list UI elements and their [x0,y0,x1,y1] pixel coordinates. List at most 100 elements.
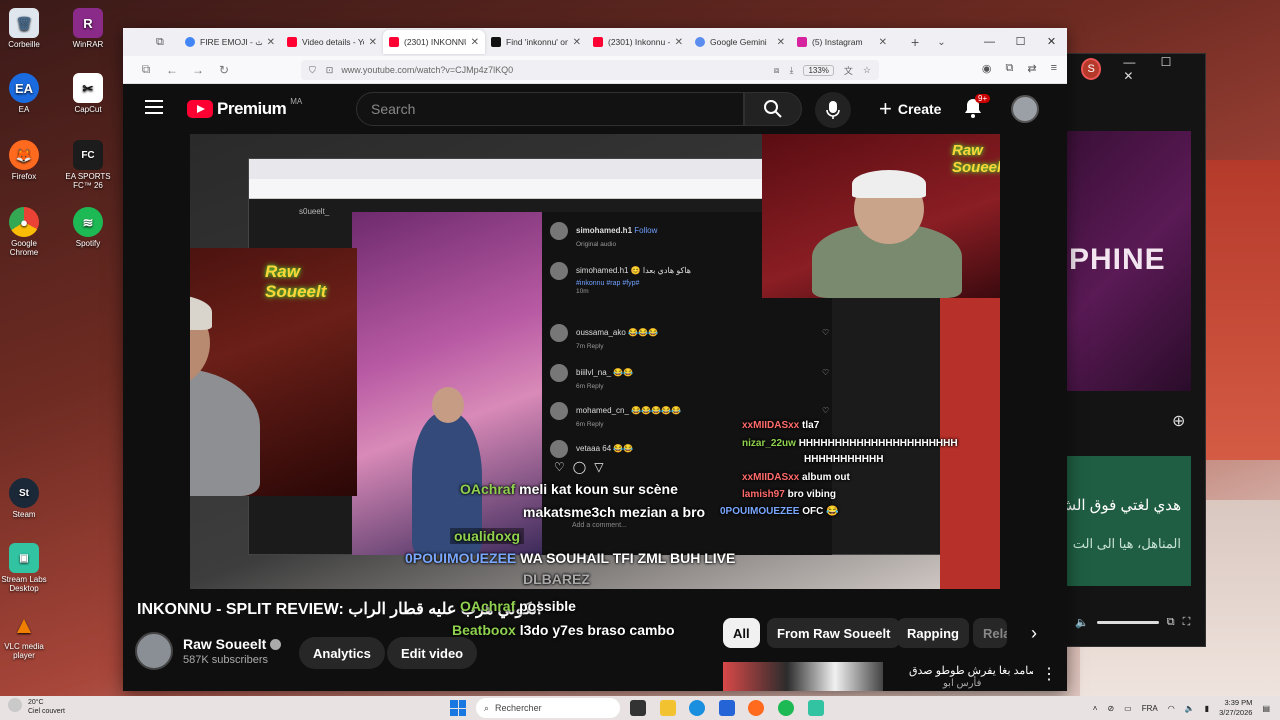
more-options-icon[interactable]: ⋮ [1041,664,1057,684]
file-explorer-icon[interactable] [660,700,676,716]
bg-window-avatar[interactable]: S [1081,58,1102,80]
search-button[interactable] [744,92,802,126]
back-icon[interactable]: ← [159,63,185,77]
tab-inkonnu-2[interactable]: (2301) Inkonnu - ! ✕ [587,30,689,54]
url-bar[interactable]: ⛉ ⊡ www.youtube.com/watch?v=CJMp4z7lKQ0 … [301,60,879,80]
notification-center-icon[interactable]: ▤ [1262,704,1270,713]
tab-inkonnu-active[interactable]: (2301) INKONNU ✕ [383,30,485,54]
chip-related[interactable]: Rela [973,618,1007,648]
edge-icon[interactable] [689,700,705,716]
menu-icon[interactable]: ≡ [1051,62,1057,75]
video-player[interactable]: s0ueelt_ simohamed.h1 Follow Original au… [190,134,1000,589]
desktop-icon-firefox[interactable]: 🦊 Firefox [0,140,52,181]
tab-list-icon[interactable]: ⧉ [156,36,164,49]
sidebar-toggle-icon[interactable]: ⧉ [133,62,159,77]
tab-fire-emoji[interactable]: FIRE EMOJI - بحث ✕ [179,30,281,54]
url-text[interactable]: www.youtube.com/watch?v=CJMp4z7lKQ0 [341,65,513,75]
translate-extension-icon[interactable]: ⇄ [1027,62,1036,75]
add-icon[interactable]: ⊕ [1172,411,1185,431]
clock[interactable]: 3:39 PM 3/27/2026 [1219,698,1252,718]
account-avatar[interactable] [1011,95,1039,123]
lock-icon[interactable]: ⊡ [326,65,334,76]
create-button[interactable]: + Create [869,94,951,124]
desktop-icon-vlc[interactable]: ▲ VLC media player [0,610,52,660]
close-tab-icon[interactable]: ✕ [879,37,887,48]
close-tab-icon[interactable]: ✕ [471,37,479,48]
extensions-icon[interactable]: ⧉ [1006,62,1014,75]
miniplayer-icon[interactable]: ⧉ [1167,616,1175,629]
desktop-icon-ea[interactable]: EA EA [0,73,52,114]
minimize-icon[interactable]: — [974,28,1005,56]
bookmark-star-icon[interactable]: ☆ [863,65,871,76]
chip-rapping[interactable]: Rapping [897,618,969,648]
translate-icon[interactable]: 文 [844,64,853,77]
analytics-button[interactable]: Analytics [299,637,385,669]
forward-icon[interactable]: → [185,63,211,77]
battery-icon[interactable]: ▮ [1205,704,1209,713]
desktop-icon-recycle-bin[interactable]: 🗑 Corbeille [0,8,52,49]
maximize-icon[interactable]: ☐ [1161,55,1172,69]
store-icon[interactable] [719,700,735,716]
screenshot-icon[interactable]: ⧈ [774,65,780,76]
display-icon[interactable]: ▭ [1124,704,1132,713]
lang-indicator[interactable]: FRA [1142,704,1158,713]
chevron-right-icon[interactable]: › [1019,618,1049,648]
fullscreen-icon[interactable]: ⛶ [1183,616,1191,629]
hamburger-menu-icon[interactable] [145,100,163,118]
desktop-icon-chrome[interactable]: ● Google Chrome [0,207,52,257]
desktop-icon-streamlabs[interactable]: ▣ Stream Labs Desktop [0,543,52,593]
desktop-icon-steam[interactable]: St Steam [0,478,52,519]
ig-comment: oussama_ako 😂😂😂 7m Reply [550,324,658,350]
streamlabs-icon[interactable] [808,700,824,716]
zoom-level[interactable]: 133% [803,64,834,76]
tab-video-details[interactable]: Video details - Yo ✕ [281,30,383,54]
channel-avatar[interactable] [135,632,173,670]
desktop-icon-capcut[interactable]: ✂ CapCut [60,73,116,114]
chip-all[interactable]: All [723,618,760,648]
battery-saver-icon[interactable]: ⊘ [1107,704,1114,713]
firefox-icon[interactable] [748,700,764,716]
tab-tiktok-find[interactable]: Find 'inkonnu' on ✕ [485,30,587,54]
notifications-button[interactable]: 9+ [963,94,991,124]
start-button[interactable] [450,700,466,716]
close-tab-icon[interactable]: ✕ [675,37,683,48]
spotify-icon[interactable] [778,700,794,716]
desktop-icon-ea-fc[interactable]: FC EA SPORTS FC™ 26 [60,140,116,190]
speaker-icon[interactable]: 🔈 [1185,704,1195,713]
close-tab-icon[interactable]: ✕ [369,37,377,48]
close-icon[interactable]: ✕ [1123,69,1133,83]
close-tab-icon[interactable]: ✕ [267,37,275,48]
channel-name[interactable]: Raw Soueelt [183,636,282,652]
close-icon[interactable]: ✕ [1036,28,1067,56]
maximize-icon[interactable]: ☐ [1005,28,1036,56]
minimize-icon[interactable]: — [1123,55,1135,69]
account-icon[interactable]: ◉ [982,62,992,75]
shield-icon[interactable]: ⛉ [309,65,316,76]
volume-icon[interactable]: 🔈 [1075,616,1089,629]
ig-comment: biiilvl_na_ 😂😂 6m Reply [550,364,633,390]
chevron-down-icon[interactable]: ⌄ [937,37,945,48]
chip-from-channel[interactable]: From Raw Soueelt [767,618,901,648]
new-tab-icon[interactable]: + [911,34,919,50]
reload-icon[interactable]: ↻ [211,63,237,77]
close-tab-icon[interactable]: ✕ [573,37,581,48]
tab-gemini[interactable]: Google Gemini ✕ [689,30,791,54]
save-page-icon[interactable]: ⤓ [789,65,793,76]
weather-widget[interactable]: 20°C Ciel couvert [8,698,65,716]
edit-video-button[interactable]: Edit video [387,637,478,669]
volume-slider[interactable] [1096,620,1159,624]
youtube-premium-logo[interactable]: Premium MA [187,97,302,119]
taskbar-search[interactable]: ⌕ Rechercher [476,698,620,718]
voice-search-button[interactable] [815,92,851,128]
search-input[interactable]: Search [356,92,744,126]
wifi-icon[interactable]: ◠ [1168,704,1175,713]
task-view-icon[interactable] [630,700,646,716]
chevron-up-icon[interactable]: ˄ [1093,704,1098,713]
tab-instagram[interactable]: (5) Instagram ✕ [791,30,893,54]
close-tab-icon[interactable]: ✕ [777,37,785,48]
background-window[interactable]: S — ☐ ✕ PHINE ⊕ هدي لغتي فوق الش المناهل… [1058,53,1206,647]
chat-line: 0POUIMOUEZEE OFC 😂 [720,506,839,517]
recommended-video[interactable]: علي صامد بغا يفرش طوطو صدق فأرس ابو [723,662,1033,691]
desktop-icon-spotify[interactable]: ≋ Spotify [60,207,116,248]
desktop-icon-winrar[interactable]: R WinRAR [60,8,116,49]
